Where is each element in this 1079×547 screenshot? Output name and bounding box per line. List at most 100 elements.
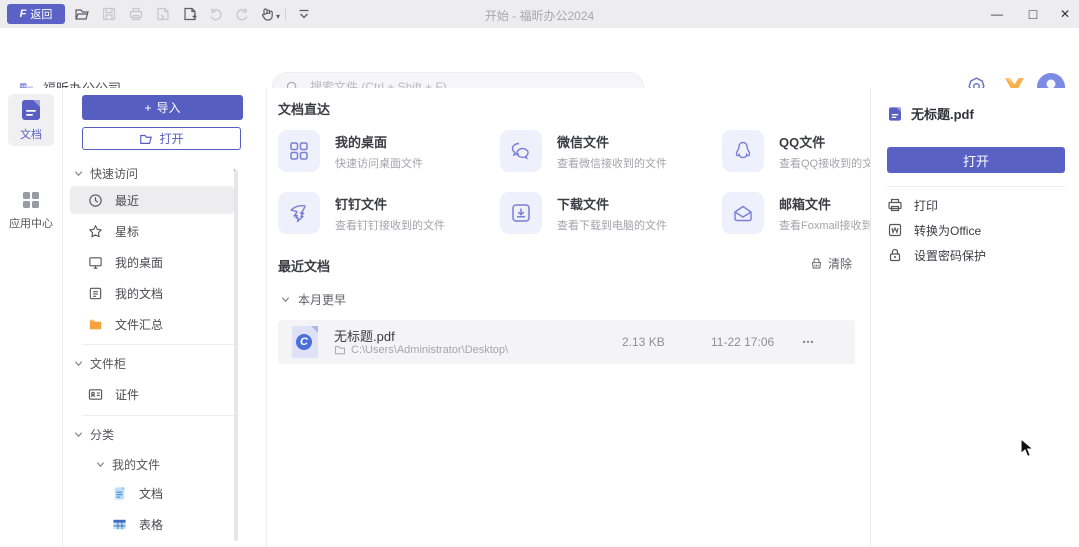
nav-item-label: 我的桌面 xyxy=(115,254,163,271)
nav-item-label: 文件汇总 xyxy=(115,316,163,333)
section-title: 快速访问 xyxy=(90,165,138,182)
rail-item-label: 文档 xyxy=(20,126,42,142)
action-label: 设置密码保护 xyxy=(914,247,986,264)
folder-small-icon xyxy=(334,344,346,356)
window-title: 开始 - 福昕办公2024 xyxy=(0,7,1079,24)
clear-recent-button[interactable]: 清除 xyxy=(810,255,852,272)
card-mail-files[interactable]: 邮箱文件 查看Foxmail接收到的文件 xyxy=(722,192,870,236)
nav-item-label: 最近 xyxy=(115,192,139,209)
nav-item-file-summary[interactable]: 文件汇总 xyxy=(70,310,234,338)
clock-icon xyxy=(88,193,103,208)
folder-orange-icon xyxy=(88,317,103,332)
pdf-file-icon: C xyxy=(292,326,318,358)
action-convert-office[interactable]: 转换为Office xyxy=(887,221,1067,239)
nav-item-label: 证件 xyxy=(115,386,139,403)
file-more-button[interactable]: ⋯ xyxy=(802,335,815,349)
main-content: 文档直达 我的桌面 快速访问桌面文件 微信文件 查看微信接收到的文件 xyxy=(267,88,870,547)
file-name: 无标题.pdf xyxy=(334,326,395,345)
doc-blue-icon xyxy=(112,486,127,501)
chevron-down-icon xyxy=(74,359,83,368)
nav-divider xyxy=(82,415,239,416)
action-print[interactable]: 打印 xyxy=(887,196,1067,214)
rail-item-app-center[interactable]: 应用中心 xyxy=(8,184,54,236)
download-icon xyxy=(500,192,542,234)
action-label: 转换为Office xyxy=(914,222,981,239)
panel-open-button[interactable]: 打开 xyxy=(887,147,1065,173)
card-title: 钉钉文件 xyxy=(335,194,445,213)
open-button-label: 打开 xyxy=(159,130,183,147)
panel-file-header: 无标题.pdf xyxy=(887,104,974,123)
card-download-files[interactable]: 下载文件 查看下载到电脑的文件 xyxy=(500,192,714,236)
action-password-protect[interactable]: 设置密码保护 xyxy=(887,246,1067,264)
rail-item-documents[interactable]: 文档 xyxy=(8,94,54,146)
nav-item-sheets[interactable]: 表格 xyxy=(70,510,234,538)
mail-icon xyxy=(722,192,764,234)
nav-item-certificates[interactable]: 证件 xyxy=(70,380,234,408)
nav-item-label: 星标 xyxy=(115,223,139,240)
file-row[interactable]: C 无标题.pdf C:\Users\Administrator\Desktop… xyxy=(278,320,855,364)
document-icon xyxy=(19,98,43,122)
nav-item-label: 表格 xyxy=(139,516,163,533)
lock-icon xyxy=(887,247,903,263)
chevron-down-icon xyxy=(74,169,83,178)
card-desc: 查看钉钉接收到的文件 xyxy=(335,217,445,233)
nav-item-label: 文档 xyxy=(139,485,163,502)
nav-item-my-documents[interactable]: 我的文档 xyxy=(70,279,234,307)
document-icon xyxy=(887,106,903,122)
table-blue-icon xyxy=(112,517,127,532)
printer-icon xyxy=(887,197,903,213)
file-size: 2.13 KB xyxy=(622,335,665,349)
section-title: 分类 xyxy=(90,426,114,443)
folder-open-icon xyxy=(139,132,153,146)
group-label: 本月更早 xyxy=(298,291,346,308)
import-button[interactable]: + 导入 xyxy=(82,95,243,120)
nav-item-my-desktop[interactable]: 我的桌面 xyxy=(70,248,234,276)
close-button[interactable]: ✕ xyxy=(1051,0,1079,28)
chevron-down-icon xyxy=(96,460,105,469)
clear-broom-icon xyxy=(810,257,823,270)
card-my-desktop[interactable]: 我的桌面 快速访问桌面文件 xyxy=(278,130,492,174)
plus-icon: + xyxy=(144,101,151,115)
card-title: 邮箱文件 xyxy=(779,194,870,213)
nav-item-label: 我的文档 xyxy=(115,285,163,302)
chevron-down-icon xyxy=(74,430,83,439)
clear-label: 清除 xyxy=(828,255,852,272)
nav-item-docs[interactable]: 文档 xyxy=(70,479,234,507)
maximize-button[interactable]: □ xyxy=(1019,0,1047,28)
section-quick-access[interactable]: 快速访问 ⋮ xyxy=(74,165,254,181)
titlebar: F 返回 ▾ 开始 - 福昕办公2024 — □ ✕ xyxy=(0,0,1079,28)
app-grid-icon xyxy=(20,189,42,211)
nav-panel: + 导入 打开 快速访问 ⋮ 最近 星标 我的桌面 我的文档 xyxy=(63,88,267,547)
card-wechat-files[interactable]: 微信文件 查看微信接收到的文件 xyxy=(500,130,714,174)
nav-item-starred[interactable]: 星标 xyxy=(70,217,234,245)
word-doc-icon xyxy=(887,222,903,238)
nav-scrollbar[interactable] xyxy=(234,170,238,541)
section-file-cabinet[interactable]: 文件柜 xyxy=(74,355,254,371)
card-title: 我的桌面 xyxy=(335,132,423,151)
open-button[interactable]: 打开 xyxy=(82,127,241,150)
rail-item-label: 应用中心 xyxy=(9,215,53,231)
desktop-grid-icon xyxy=(278,130,320,172)
card-qq-files[interactable]: QQ文件 查看QQ接收到的文件 xyxy=(722,130,870,174)
nav-group-my-files[interactable]: 我的文件 xyxy=(96,456,276,472)
file-time: 11-22 17:06 xyxy=(711,335,774,349)
group-earlier-this-month[interactable]: 本月更早 xyxy=(281,291,346,308)
card-desc: 查看微信接收到的文件 xyxy=(557,155,667,171)
card-title: QQ文件 xyxy=(779,132,870,151)
id-card-icon xyxy=(88,387,103,402)
nav-item-recent[interactable]: 最近 xyxy=(70,186,234,214)
minimize-button[interactable]: — xyxy=(983,0,1011,28)
dingtalk-wing-icon xyxy=(278,192,320,234)
section-title: 文件柜 xyxy=(90,355,126,372)
detail-panel: 无标题.pdf 打开 打印 转换为Office 设置密码保护 xyxy=(870,88,1079,547)
qq-penguin-icon xyxy=(722,130,764,172)
panel-divider xyxy=(887,186,1065,187)
action-label: 打印 xyxy=(914,197,938,214)
nav-divider xyxy=(82,344,239,345)
wechat-icon xyxy=(500,130,542,172)
card-dingtalk-files[interactable]: 钉钉文件 查看钉钉接收到的文件 xyxy=(278,192,492,236)
recent-docs-title: 最近文档 xyxy=(278,256,330,275)
section-category[interactable]: 分类 ⋮ xyxy=(74,426,254,442)
star-icon xyxy=(88,224,103,239)
left-rail: 文档 应用中心 xyxy=(0,88,63,547)
